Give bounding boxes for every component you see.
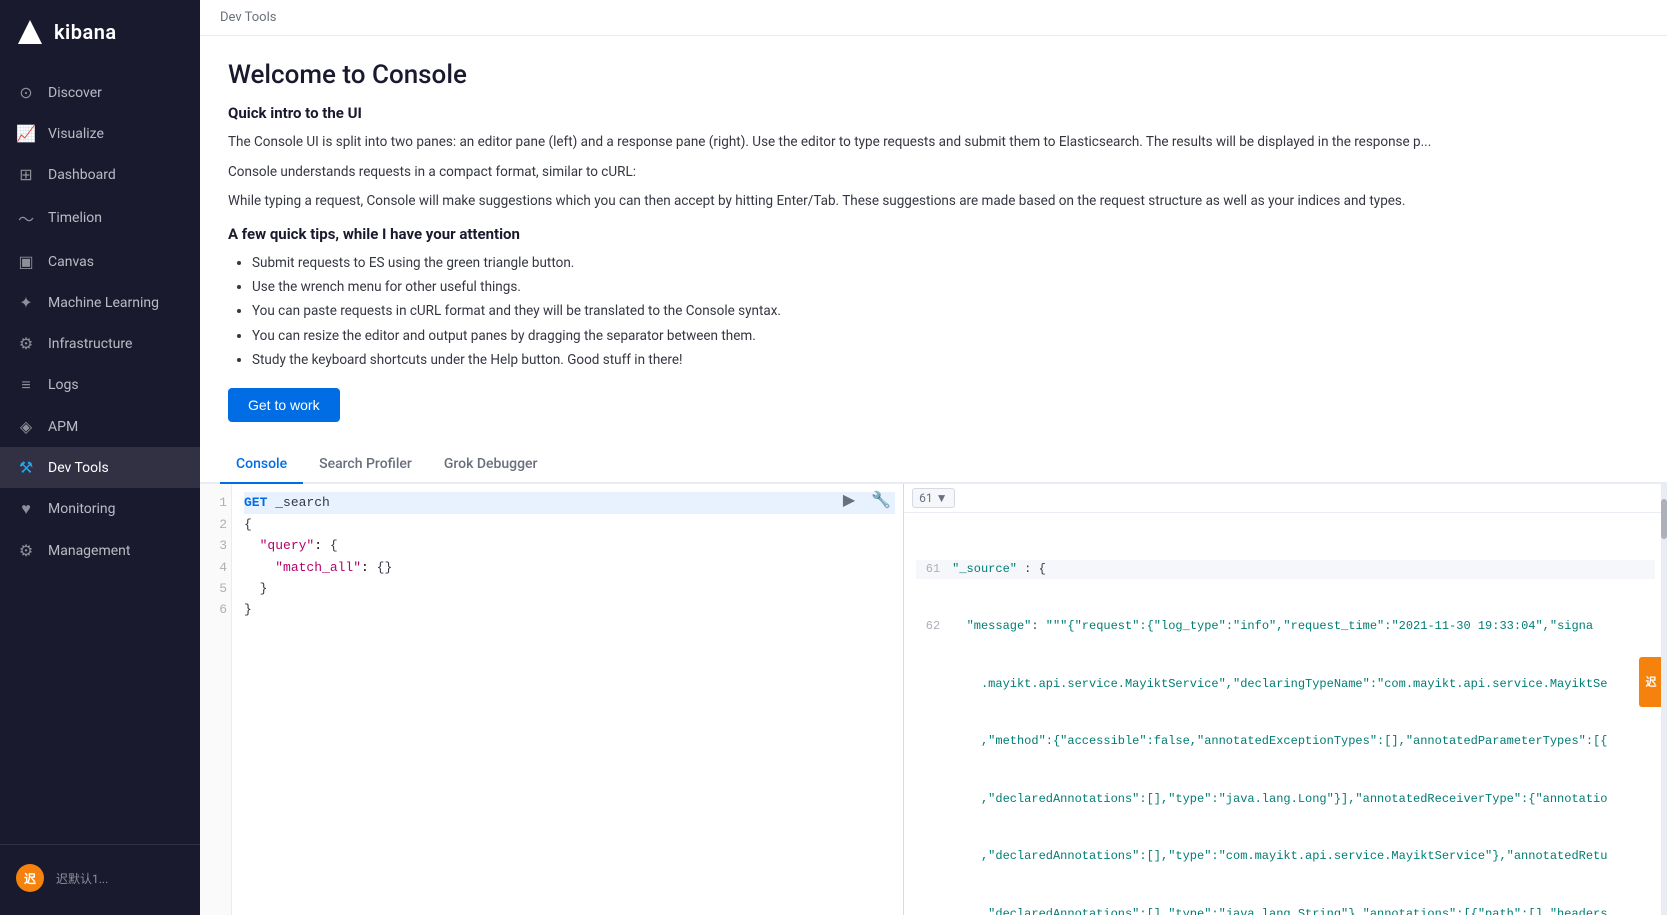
ml-icon: ✦ [16,293,36,312]
sidebar-item-label: Infrastructure [48,336,132,352]
resp-line-61: 61 "_source" : { [916,560,1655,579]
infrastructure-icon: ⚙ [16,334,36,353]
sidebar-item-label: Logs [48,377,79,393]
sidebar-item-discover[interactable]: ⊙ Discover [0,72,200,113]
editor-area: ▶ 🔧 1 2 3 4 5 6 GET _search { [200,484,1667,915]
sidebar-item-label: Monitoring [48,501,116,517]
intro-para-1: The Console UI is split into two panes: … [228,132,1639,154]
editor-toolbar: ▶ 🔧 [839,488,895,512]
code-line-4: "match_all": {} [244,557,895,578]
response-pane: 61 ▼ 61 "_source" : { 62 "message": """{… [904,484,1667,915]
resp-line-62c: ,"method":{"accessible":false,"annotated… [916,732,1655,751]
get-to-work-button[interactable]: Get to work [228,388,340,422]
run-button[interactable]: ▶ [839,488,859,512]
wrench-button[interactable]: 🔧 [867,488,895,512]
sidebar-item-apm[interactable]: ◈ APM [0,406,200,447]
sidebar-item-label: Timelion [48,210,102,226]
logs-icon: ≡ [16,375,36,395]
response-content[interactable]: 61 "_source" : { 62 "message": """{"requ… [904,513,1667,915]
breadcrumb: Dev Tools [200,0,1667,36]
welcome-title: Welcome to Console [228,60,1639,90]
sidebar-item-user[interactable]: 迟 迟默认1... [0,853,200,903]
sidebar-item-dev-tools[interactable]: ⚒ Dev Tools [0,447,200,488]
quick-intro-title: Quick intro to the UI [228,104,1639,122]
resp-line-62d: ,"declaredAnnotations":[],"type":"java.l… [916,790,1655,809]
code-line-2: { [244,514,895,535]
sidebar-item-canvas[interactable]: ▣ Canvas [0,241,200,282]
sidebar-item-label: APM [48,419,78,435]
sidebar-item-dashboard[interactable]: ⊞ Dashboard [0,154,200,195]
code-line-6: } [244,599,895,620]
sidebar-item-label: Dashboard [48,167,116,183]
tips-list: Submit requests to ES using the green tr… [228,251,1639,372]
editor-lines[interactable]: 1 2 3 4 5 6 GET _search { "query": { "ma… [200,484,903,915]
resp-line-62f: ,"declaredAnnotations":[],"type":"java.l… [916,905,1655,915]
sidebar-item-monitoring[interactable]: ♥ Monitoring [0,488,200,530]
sidebar-item-label: Discover [48,85,102,101]
canvas-icon: ▣ [16,252,36,271]
timelion-icon: 〜 [16,206,36,230]
sidebar-nav: ⊙ Discover 📈 Visualize ⊞ Dashboard 〜 Tim… [0,64,200,844]
sidebar-item-label: Machine Learning [48,295,159,311]
content-area: Welcome to Console Quick intro to the UI… [200,36,1667,915]
sidebar-item-management[interactable]: ⚙ Management [0,530,200,571]
sidebar-logo: kibana [0,0,200,64]
sidebar-item-label: Dev Tools [48,460,109,476]
apm-icon: ◈ [16,417,36,436]
dashboard-icon: ⊞ [16,165,36,184]
kibana-logo-icon [16,18,44,46]
tab-search-profiler[interactable]: Search Profiler [303,446,428,484]
sidebar-item-logs[interactable]: ≡ Logs [0,364,200,406]
tip-2: Use the wrench menu for other useful thi… [252,275,1639,299]
intro-para-3: While typing a request, Console will mak… [228,191,1639,213]
sidebar-item-label: Management [48,543,130,559]
line-numbers: 1 2 3 4 5 6 [200,484,232,915]
tip-1: Submit requests to ES using the green tr… [252,251,1639,275]
tip-4: You can resize the editor and output pan… [252,324,1639,348]
tabs-bar: Console Search Profiler Grok Debugger [200,446,1667,484]
sidebar-item-visualize[interactable]: 📈 Visualize [0,113,200,154]
sidebar-item-infrastructure[interactable]: ⚙ Infrastructure [0,323,200,364]
code-line-3: "query": { [244,535,895,556]
user-badge[interactable]: 迟 [1639,657,1661,707]
resp-line-62b: .mayikt.api.service.MayiktService","decl… [916,675,1655,694]
sidebar: kibana ⊙ Discover 📈 Visualize ⊞ Dashboar… [0,0,200,915]
line-indicator: 61 ▼ [912,488,954,508]
sidebar-item-machine-learning[interactable]: ✦ Machine Learning [0,282,200,323]
main-content: Dev Tools Welcome to Console Quick intro… [200,0,1667,915]
management-icon: ⚙ [16,541,36,560]
avatar: 迟 [16,864,44,892]
dev-tools-icon: ⚒ [16,458,36,477]
monitoring-icon: ♥ [16,499,36,519]
visualize-icon: 📈 [16,124,36,143]
tip-5: Study the keyboard shortcuts under the H… [252,348,1639,372]
sidebar-item-label: Visualize [48,126,104,142]
tip-3: You can paste requests in cURL format an… [252,299,1639,323]
scrollbar-track [1661,484,1667,915]
resp-line-62: 62 "message": """{"request":{"log_type":… [916,617,1655,636]
editor-pane: ▶ 🔧 1 2 3 4 5 6 GET _search { [200,484,904,915]
scrollbar-thumb[interactable] [1661,499,1667,539]
welcome-section: Welcome to Console Quick intro to the UI… [200,36,1667,438]
code-line-5: } [244,578,895,599]
tips-title: A few quick tips, while I have your atte… [228,225,1639,243]
tab-console[interactable]: Console [220,446,303,484]
code-line-1: GET _search [244,492,895,513]
kibana-wordmark: kibana [54,20,117,44]
resp-line-62e: ,"declaredAnnotations":[],"type":"com.ma… [916,847,1655,866]
user-label: 迟默认1... [56,870,108,887]
code-editor[interactable]: GET _search { "query": { "match_all": {}… [232,484,903,915]
sidebar-item-timelion[interactable]: 〜 Timelion [0,195,200,241]
sidebar-bottom: 迟 迟默认1... [0,844,200,915]
tab-grok-debugger[interactable]: Grok Debugger [428,446,554,484]
discover-icon: ⊙ [16,83,36,102]
response-toolbar: 61 ▼ [904,484,1667,513]
intro-para-2: Console understands requests in a compac… [228,162,1639,184]
sidebar-item-label: Canvas [48,254,94,270]
